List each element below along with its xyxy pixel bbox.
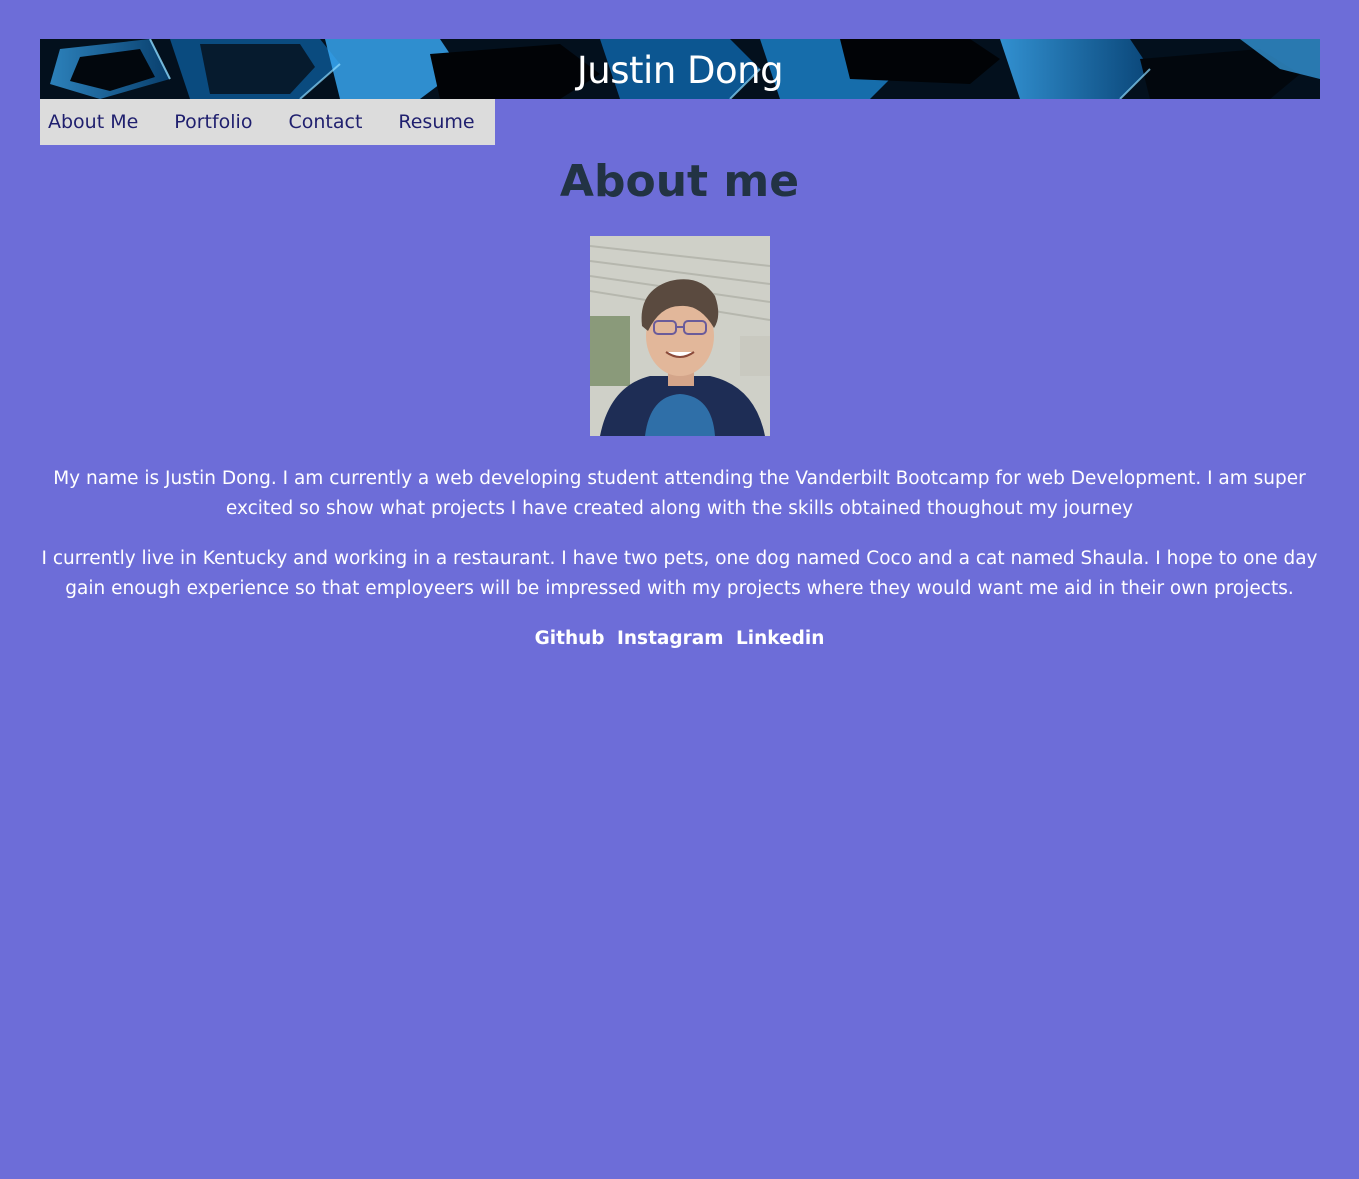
site-title: Justin Dong — [576, 49, 784, 92]
nav-link-contact[interactable]: Contact — [280, 111, 370, 133]
nav-link-resume[interactable]: Resume — [390, 111, 482, 133]
intro-paragraph: My name is Justin Dong. I am currently a… — [53, 468, 1306, 519]
main-nav: About Me Portfolio Contact Resume — [40, 99, 495, 145]
personal-paragraph: I currently live in Kentucky and working… — [41, 548, 1318, 599]
header-banner: Justin Dong — [40, 39, 1320, 99]
nav-link-portfolio[interactable]: Portfolio — [166, 111, 260, 133]
social-links: Github Instagram Linkedin — [0, 624, 1359, 654]
instagram-link[interactable]: Instagram — [617, 628, 724, 649]
page: Justin Dong About Me Portfolio Contact R… — [0, 0, 1359, 1179]
nav-link-about-me[interactable]: About Me — [40, 111, 146, 133]
github-link[interactable]: Github — [535, 628, 605, 649]
linkedin-link[interactable]: Linkedin — [736, 628, 824, 649]
profile-photo — [590, 236, 770, 436]
profile-photo-image — [590, 236, 770, 436]
page-heading: About me — [559, 156, 800, 207]
